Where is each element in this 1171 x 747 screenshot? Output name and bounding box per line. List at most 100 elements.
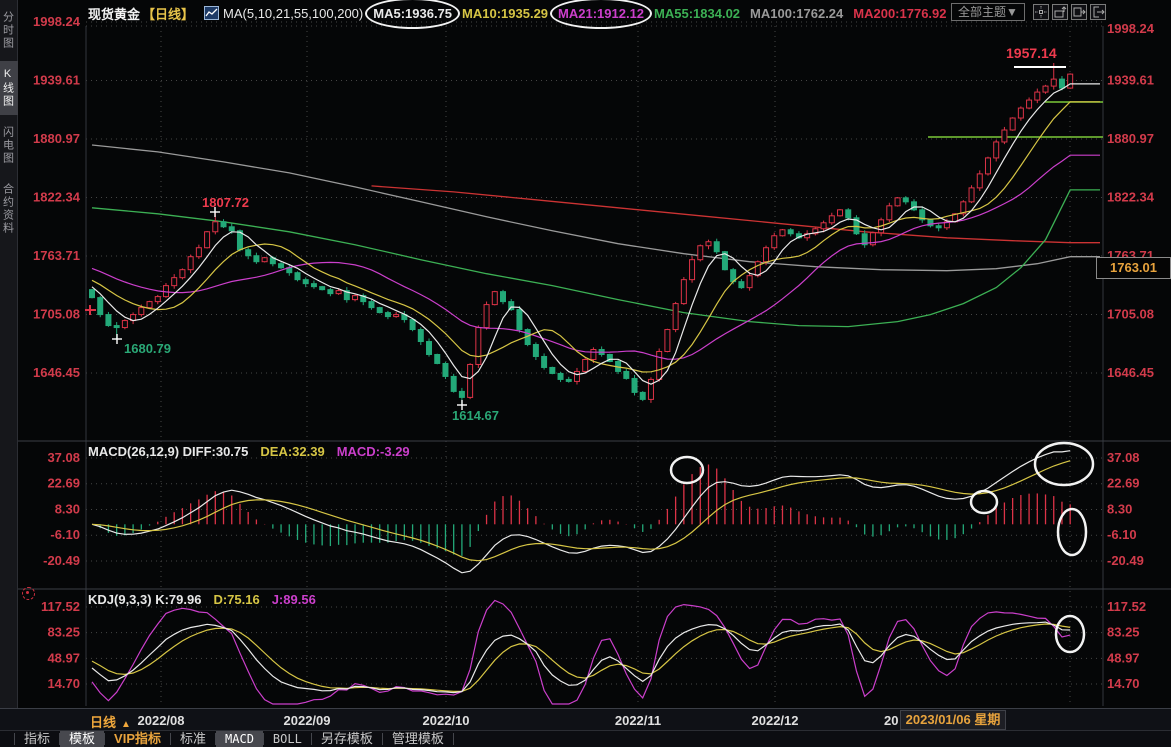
- candle[interactable]: [673, 302, 678, 332]
- candle[interactable]: [303, 278, 308, 288]
- candle[interactable]: [295, 271, 300, 281]
- candle[interactable]: [98, 296, 103, 317]
- candle[interactable]: [887, 203, 892, 222]
- candle[interactable]: [533, 342, 538, 360]
- candle[interactable]: [985, 157, 990, 176]
- candle[interactable]: [451, 374, 456, 393]
- candle[interactable]: [550, 367, 555, 375]
- candle[interactable]: [1018, 106, 1023, 120]
- candle[interactable]: [813, 228, 818, 236]
- candle[interactable]: [838, 209, 843, 217]
- sidebar-item-kline-chart[interactable]: K线图: [0, 61, 18, 115]
- candle[interactable]: [698, 244, 703, 261]
- candle[interactable]: [829, 213, 834, 225]
- candle[interactable]: [435, 354, 440, 365]
- candle[interactable]: [1027, 97, 1032, 109]
- candle[interactable]: [353, 294, 358, 301]
- candle[interactable]: [320, 286, 325, 291]
- candle[interactable]: [254, 253, 259, 264]
- tab-另存模板[interactable]: 另存模板: [312, 731, 382, 747]
- candle[interactable]: [443, 362, 448, 379]
- candle[interactable]: [147, 301, 152, 309]
- exit-pane-icon[interactable]: [1090, 4, 1106, 20]
- candle[interactable]: [870, 232, 875, 247]
- candle[interactable]: [772, 233, 777, 250]
- candle[interactable]: [262, 257, 267, 263]
- tab-指标[interactable]: 指标: [15, 731, 59, 747]
- candle[interactable]: [854, 215, 859, 235]
- candle[interactable]: [747, 272, 752, 291]
- interval-selector[interactable]: 日线▲: [90, 712, 131, 731]
- candle[interactable]: [468, 363, 473, 399]
- candle[interactable]: [895, 197, 900, 207]
- tab-模板[interactable]: 模板: [60, 731, 104, 747]
- candle[interactable]: [994, 140, 999, 162]
- candle[interactable]: [681, 277, 686, 305]
- candle[interactable]: [221, 219, 226, 228]
- candle[interactable]: [246, 248, 251, 260]
- next-pane-icon[interactable]: [1071, 4, 1087, 20]
- candle[interactable]: [328, 288, 333, 296]
- candle[interactable]: [205, 231, 210, 249]
- candle[interactable]: [377, 307, 382, 314]
- candle[interactable]: [517, 306, 522, 333]
- kdj-settings-icon[interactable]: [22, 587, 35, 600]
- insert-pane-icon[interactable]: [1052, 4, 1068, 20]
- candle[interactable]: [599, 346, 604, 356]
- tab-标准[interactable]: 标准: [171, 731, 215, 747]
- candle[interactable]: [501, 290, 506, 304]
- candle[interactable]: [196, 245, 201, 259]
- candle[interactable]: [566, 377, 571, 383]
- candle[interactable]: [739, 279, 744, 289]
- candle[interactable]: [805, 230, 810, 241]
- candle[interactable]: [977, 170, 982, 191]
- candle[interactable]: [1035, 89, 1040, 104]
- candle[interactable]: [558, 372, 563, 382]
- candle[interactable]: [862, 230, 867, 248]
- candle[interactable]: [624, 369, 629, 380]
- candle[interactable]: [122, 319, 127, 329]
- crosshair-icon[interactable]: [1033, 4, 1049, 20]
- candle[interactable]: [1068, 73, 1073, 89]
- candle[interactable]: [188, 255, 193, 274]
- candle[interactable]: [788, 228, 793, 236]
- candle[interactable]: [648, 377, 653, 403]
- chart-style-icon[interactable]: [204, 6, 219, 20]
- candle[interactable]: [163, 283, 168, 298]
- candle[interactable]: [1043, 85, 1048, 94]
- candle[interactable]: [690, 256, 695, 283]
- candle[interactable]: [106, 312, 111, 327]
- candle[interactable]: [574, 368, 579, 385]
- candle[interactable]: [1010, 117, 1015, 131]
- theme-selector-button[interactable]: 全部主题▼: [951, 3, 1025, 21]
- candle[interactable]: [657, 348, 662, 381]
- candle[interactable]: [172, 274, 177, 289]
- candle[interactable]: [484, 302, 489, 330]
- candle[interactable]: [385, 311, 390, 319]
- candle[interactable]: [936, 224, 941, 232]
- tab-VIP指标[interactable]: VIP指标: [105, 731, 170, 747]
- candle[interactable]: [607, 354, 612, 363]
- candle[interactable]: [928, 219, 933, 228]
- candle[interactable]: [131, 312, 136, 324]
- candle[interactable]: [180, 268, 185, 279]
- candle[interactable]: [427, 338, 432, 356]
- candle[interactable]: [90, 289, 95, 299]
- tab-BOLL[interactable]: BOLL: [264, 731, 311, 747]
- candle[interactable]: [961, 200, 966, 216]
- candle[interactable]: [706, 240, 711, 250]
- candle[interactable]: [912, 199, 917, 211]
- chart-canvas[interactable]: 1998.241998.241939.611939.611880.971880.…: [0, 0, 1171, 747]
- candle[interactable]: [311, 281, 316, 289]
- candle[interactable]: [583, 358, 588, 373]
- sidebar-item-time-chart[interactable]: 分时图: [0, 4, 18, 57]
- candle[interactable]: [780, 229, 785, 237]
- candle[interactable]: [542, 353, 547, 369]
- candle[interactable]: [492, 291, 497, 306]
- candle[interactable]: [1002, 127, 1007, 144]
- candle[interactable]: [394, 312, 399, 318]
- candle[interactable]: [714, 239, 719, 254]
- candle[interactable]: [418, 327, 423, 345]
- candle[interactable]: [920, 206, 925, 223]
- candle[interactable]: [665, 329, 670, 353]
